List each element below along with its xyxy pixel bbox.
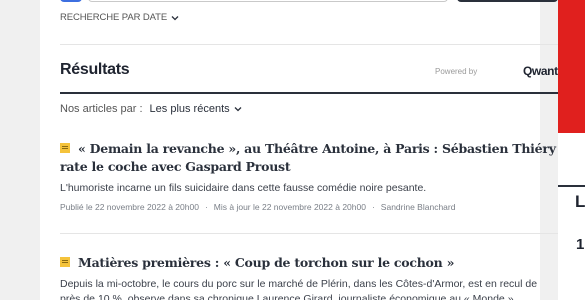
sort-select[interactable]: Les plus récents [150,103,243,115]
article-title: « Demain la revanche », au Théâtre Antoi… [60,141,556,174]
promo-banner[interactable] [558,0,585,133]
article-divider [60,233,558,234]
article-icon [60,257,70,267]
article-published: Publié le 22 novembre 2022 à 20h00 [60,202,199,212]
article-title-link[interactable]: « Demain la revanche », au Théâtre Antoi… [60,140,558,176]
results-divider [60,92,558,94]
sort-row: Nos articles par : Les plus récents [60,103,243,115]
search-submit-button[interactable] [457,0,558,2]
sort-selected-value: Les plus récents [149,103,230,115]
article-description: Depuis la mi-octobre, le cours du porc s… [60,278,538,300]
search-input[interactable] [88,0,448,2]
article-author[interactable]: Sandrine Blanchard [381,202,456,212]
sidebar-item-number: 1 [576,236,585,253]
sidebar-heading: L [575,192,585,211]
article-item: « Demain la revanche », au Théâtre Antoi… [60,140,558,212]
article-description: L'humoriste incarne un fils suicidaire d… [60,182,427,194]
sidebar-divider [558,185,585,187]
date-search-toggle[interactable]: RECHERCHE PAR DATE [60,12,180,23]
chevron-down-icon [234,107,242,112]
results-title: Résultats [60,61,130,78]
right-sidebar: L 1 [558,0,585,300]
article-icon [60,143,70,153]
chevron-down-icon [171,15,179,20]
powered-by-label: Powered by [435,67,478,76]
search-type-button[interactable] [60,0,82,2]
article-title: Matières premières : « Coup de torchon s… [78,255,455,270]
article-updated: Mis à jour le 22 novembre 2022 à 20h00 [213,202,366,212]
qwant-logo[interactable]: Qwant [523,64,558,78]
search-results-column: RECHERCHE PAR DATE Résultats Powered by … [40,0,558,300]
article-title-link[interactable]: Matières premières : « Coup de torchon s… [60,254,558,272]
date-search-label: RECHERCHE PAR DATE [60,12,168,23]
article-item: Matières premières : « Coup de torchon s… [60,254,558,300]
divider [60,44,558,45]
sort-label: Nos articles par : [60,103,143,115]
article-meta: Publié le 22 novembre 2022 à 20h00 · Mis… [60,202,456,212]
